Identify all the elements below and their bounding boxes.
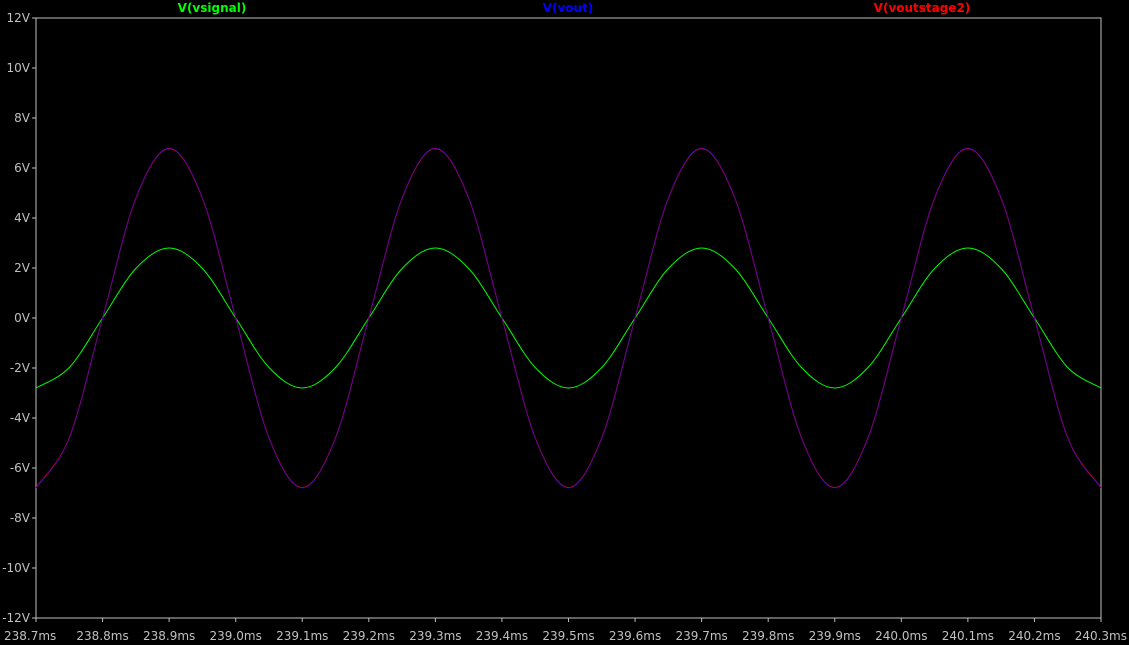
x-tick-label: 240.3ms [1075, 629, 1127, 643]
x-tick-label: 240.1ms [942, 629, 994, 643]
y-tick-label: 4V [14, 211, 31, 225]
y-tick-label: 8V [14, 111, 31, 125]
trace-vvoutstage2 [35, 147, 1102, 489]
trace-vvout [35, 147, 1102, 489]
x-axis: 238.7ms 238.8ms 238.9ms 239.0ms 239.1ms 239.2… [4, 618, 1127, 643]
x-tick-label: 238.7ms [4, 629, 56, 643]
x-tick-label: 239.0ms [210, 629, 262, 643]
traces [35, 147, 1102, 489]
waveform-svg: 12V 10V 8V 6V 4V 2V 0V -2V -4V -6V -8V -10V -12V 238… [2, 1, 1127, 643]
x-tick-label: 239.9ms [809, 629, 861, 643]
y-tick-label: -8V [10, 511, 31, 525]
plot-frame [35, 17, 1102, 619]
x-tick-label: 239.4ms [476, 629, 528, 643]
legend-label-vout[interactable]: V(vout) [543, 1, 594, 15]
x-tick-label: 239.6ms [609, 629, 661, 643]
x-tick-label: 239.1ms [276, 629, 328, 643]
x-tick-label: 240.0ms [875, 629, 927, 643]
x-tick-label: 239.3ms [409, 629, 461, 643]
x-tick-label: 239.7ms [675, 629, 727, 643]
x-tick-label: 240.2ms [1008, 629, 1060, 643]
y-tick-label: 12V [7, 11, 31, 25]
x-tick-label: 238.9ms [143, 629, 195, 643]
x-tick-label: 239.8ms [742, 629, 794, 643]
y-tick-label: 10V [7, 61, 31, 75]
y-tick-label: 6V [14, 161, 31, 175]
y-tick-label: -6V [10, 461, 31, 475]
y-tick-label: -4V [10, 411, 31, 425]
y-tick-label: -12V [2, 611, 31, 625]
legend: V(vsignal) V(vout) V(voutstage2) [178, 1, 971, 15]
y-tick-label: -10V [2, 561, 31, 575]
trace-vvsignal [35, 247, 1102, 389]
legend-label-vsignal[interactable]: V(vsignal) [178, 1, 247, 15]
y-axis: 12V 10V 8V 6V 4V 2V 0V -2V -4V -6V -8V -10V -12V [2, 11, 36, 625]
y-tick-label: 0V [14, 311, 31, 325]
x-tick-label: 239.2ms [343, 629, 395, 643]
y-tick-label: -2V [10, 361, 31, 375]
waveform-plot: 12V 10V 8V 6V 4V 2V 0V -2V -4V -6V -8V -10V -12V 238… [0, 0, 1129, 645]
x-tick-label: 239.5ms [542, 629, 594, 643]
x-tick-label: 238.8ms [76, 629, 128, 643]
y-tick-label: 2V [14, 261, 31, 275]
legend-label-voutstage2[interactable]: V(voutstage2) [874, 1, 971, 15]
